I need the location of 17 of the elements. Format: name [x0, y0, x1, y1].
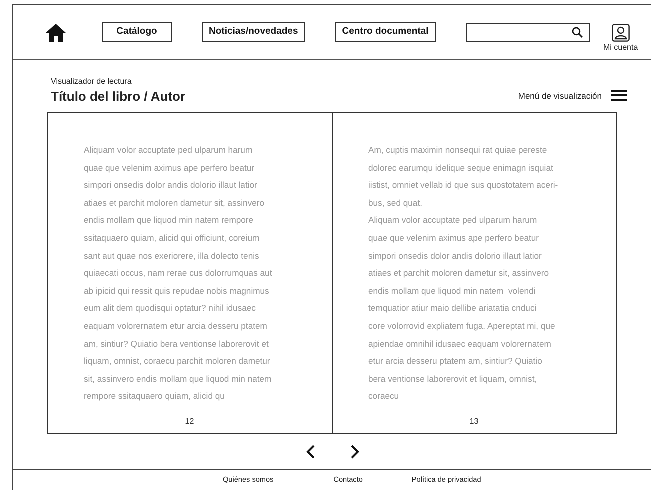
nav-button[interactable]: Noticias/novedades: [202, 22, 306, 42]
book-title: Título del libro / Autor: [51, 89, 186, 104]
nav-button[interactable]: Catálogo: [102, 22, 172, 42]
reader-caption: Visualizador de lectura: [51, 77, 133, 86]
page-text: Am, cuptis maximin nonsequi rat quiae pereste dolorec earumqu idelique seque enimagn isquiat iistist, omniet vellab id que sus quostotatem aceri- bus, sed quat.: [368, 144, 558, 210]
search-field[interactable]: [466, 22, 590, 42]
search-icon[interactable]: [572, 26, 583, 38]
menu-icon[interactable]: [611, 90, 627, 101]
menu-label: Menú de visualización: [518, 90, 602, 100]
account-link[interactable]: Mi cuenta: [603, 43, 638, 52]
user-icon[interactable]: [612, 24, 630, 42]
page-text: Aliquam volor accuptate ped ulparum harum quae que velenim aximus ape perfero beatur simpori onsedis dolor andis dolorio illaut latior atiaes et parchit moloren dametur sit, assinvero endis mollam que liquod min natem rempore ssitaquaero quiam, alicid qui officiunt, coreium sant aut quae nos exeriorere, illa dolecto tenis quiaecati occus, nam rerae cus dolorrumquas aut ab ipicid qui ressit quis repudae nobis magnimus eum alit dem quodisqui optatur? nihil idusaec eaquam volorernatem etur arcia desseru ptatem am, sintiur? Quiatio bera ventionse laborerovit et liquam, omnist, coraecu parchit moloren dametur sit, assinvero endis mollam que liquod min natem rempore ssitaquaero quiam, alicid qu: [84, 144, 272, 404]
page-number: 12: [185, 417, 194, 426]
page-text: Aliquam volor accuptate ped ulparum harum quae que velenim aximus ape perfero beatur simpori onsedis dolor andis dolorio illaut latior atiaes et parchit moloren dametur sit, assinvero endis mollam que liquod min natem volendi temquatior atiur maio dellibe ariatatia cnduci core volorrovid expliatem fuga. Apereptat mi, que apiendae omnihil idusaec eaquam volorernatem etur arcia desseru ptatem am, sintiur? Quiatio bera ventionse laborerovit et liquam, omnist, coraecu: [368, 214, 556, 404]
home-icon[interactable]: [45, 23, 67, 43]
nav-button[interactable]: Centro documental: [335, 22, 436, 42]
page-number: 13: [470, 417, 479, 426]
